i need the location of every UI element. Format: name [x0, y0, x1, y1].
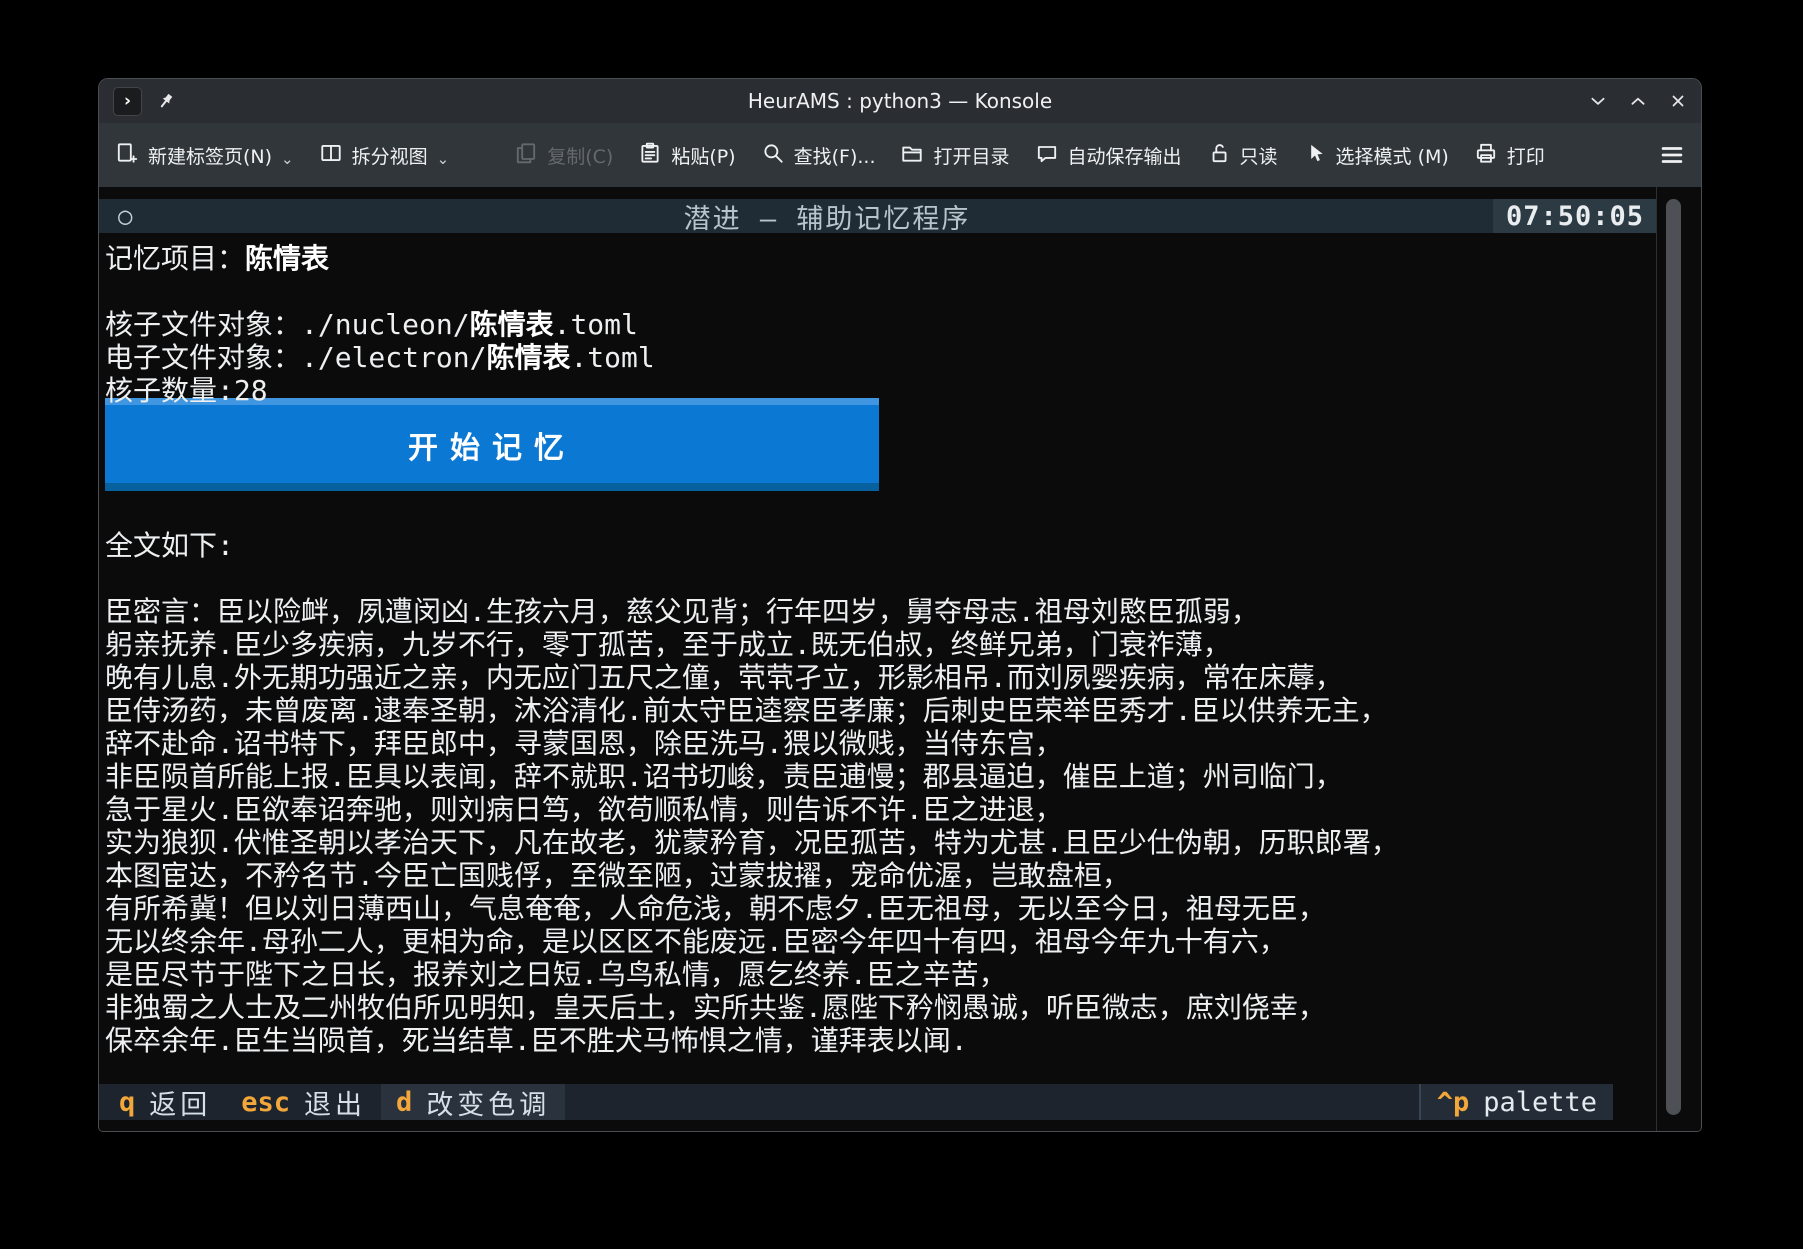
konsole-window: HeurAMS : python3 — Konsole ›	[98, 78, 1702, 1132]
palette-label: palette	[1483, 1087, 1597, 1118]
memory-item-line: 记忆项目：陈情表	[105, 242, 1657, 275]
toolbar-button-auto-save[interactable]: 自动保存输出	[1035, 141, 1182, 170]
app-title: 潜进 – 辅助记忆程序	[161, 197, 1493, 236]
electron-file-line: 电子文件对象：./electron/陈情表.toml	[105, 341, 1657, 374]
terminal-text-line: 实为狼狈.伏惟圣朝以孝治天下，凡在故老，犹蒙矜育，况臣孤苦，特为尤甚.且臣少仕伪…	[105, 826, 1657, 859]
close-icon[interactable]	[1669, 92, 1687, 110]
new-tab-icon	[115, 141, 139, 170]
paste-icon	[638, 141, 662, 170]
terminal-content: 记忆项目：陈情表 核子文件对象：./nucleon/陈情表.toml 电子文件对…	[99, 242, 1657, 1057]
palette-key: ^p	[1437, 1087, 1470, 1118]
fulltext-label-line: 全文如下:	[105, 529, 1657, 562]
copy-icon	[514, 141, 538, 170]
footer-binding[interactable]: q 返回	[99, 1084, 226, 1120]
terminal[interactable]: ○ 潜进 – 辅助记忆程序 07:50:05 记忆项目：陈情表 核子文件对象：.…	[99, 187, 1701, 1131]
terminal-viewport: ○ 潜进 – 辅助记忆程序 07:50:05 记忆项目：陈情表 核子文件对象：.…	[99, 187, 1657, 1131]
app-footer: q 返回 esc 退出 d 改变色调 ^p palette	[99, 1084, 1613, 1120]
scrollbar-track[interactable]	[1656, 187, 1701, 1131]
app-header-icon[interactable]: ○	[99, 202, 161, 230]
split-view-icon	[319, 141, 343, 170]
start-memorize-button[interactable]: 开始记忆	[105, 398, 879, 491]
minimize-icon[interactable]	[1589, 92, 1607, 110]
terminal-text-line: 辞不赴命.诏书特下，拜臣郎中，寻蒙国恩，除臣洗马.猥以微贱，当侍东宫，	[105, 727, 1657, 760]
terminal-text-line: 急于星火.臣欲奉诏奔驰，则刘病日笃，欲苟顺私情，则告诉不许.臣之进退，	[105, 793, 1657, 826]
terminal-text-line: 非臣陨首所能上报.臣具以表闻，辞不就职.诏书切峻，责臣逋慢；郡县逼迫，催臣上道；…	[105, 760, 1657, 793]
terminal-text-line: 无以终余年.母孙二人，更相为命，是以区区不能废远.臣密今年四十有四，祖母今年九十…	[105, 925, 1657, 958]
search-icon	[761, 141, 785, 170]
terminal-text-line: 本图宦达，不矜名节.今臣亡国贱俘，至微至陋，过蒙拔擢，宠命优渥，岂敢盘桓，	[105, 859, 1657, 892]
terminal-text-line: 非独蜀之人士及二州牧伯所见明知，皇天后土，实所共鉴.愿陛下矜悯愚诚，听臣微志，庶…	[105, 991, 1657, 1024]
terminal-text-line: 躬亲抚养.臣少多疾病，九岁不行，零丁孤苦，至于成立.既无伯叔，终鲜兄弟，门衰祚薄…	[105, 628, 1657, 661]
toolbar-button-split-view[interactable]: 拆分视图 ⌄	[319, 141, 450, 170]
toolbar-button-copy[interactable]: 复制(C)	[514, 141, 613, 170]
toolbar-button-new-tab[interactable]: 新建标签页(N) ⌄	[115, 141, 294, 170]
toolbar-button-printer[interactable]: 打印	[1474, 141, 1545, 170]
titlebar: HeurAMS : python3 — Konsole ›	[99, 79, 1701, 123]
chevron-down-icon: ⌄	[437, 152, 450, 167]
clock: 07:50:05	[1493, 199, 1657, 233]
toolbar-button-select-cursor[interactable]: 选择模式 (M)	[1303, 141, 1449, 170]
pin-icon[interactable]	[156, 91, 176, 111]
terminal-text-line: 保卒余年.臣生当陨首，死当结草.臣不胜犬马怖惧之情，谨拜表以闻.	[105, 1024, 1657, 1057]
lock-open-icon	[1207, 141, 1231, 170]
terminal-text-line: 臣侍汤药，未曾废离.逮奉圣朝，沐浴清化.前太守臣逵察臣孝廉；后刺史臣荣举臣秀才.…	[105, 694, 1657, 727]
toolbar: 新建标签页(N) ⌄ 拆分视图 ⌄ 复制(C) 粘贴(P) 查找(F)...	[99, 123, 1701, 187]
footer-binding[interactable]: d 改变色调	[381, 1084, 565, 1120]
hamburger-menu-button[interactable]	[1659, 142, 1685, 168]
app-header: ○ 潜进 – 辅助记忆程序 07:50:05	[99, 199, 1657, 233]
memory-item-value: 陈情表	[245, 242, 329, 275]
button-row: 开始记忆	[105, 398, 1657, 529]
nucleon-file-line: 核子文件对象：./nucleon/陈情表.toml	[105, 308, 1657, 341]
terminal-text-line: 是臣尽节于陛下之日长，报养刘之日短.乌鸟私情，愿乞终养.臣之辛苦，	[105, 958, 1657, 991]
footer-binding[interactable]: esc 退出	[226, 1084, 381, 1120]
toolbar-button-folder-open[interactable]: 打开目录	[900, 141, 1009, 170]
terminal-text-line: 有所希冀！但以刘日薄西山，气息奄奄，人命危浅，朝不虑夕.臣无祖母，无以至今日，祖…	[105, 892, 1657, 925]
toolbar-button-search[interactable]: 查找(F)...	[761, 141, 876, 170]
maximize-icon[interactable]	[1629, 92, 1647, 110]
konsole-app-icon[interactable]: ›	[113, 87, 142, 116]
auto-save-icon	[1035, 141, 1059, 170]
desktop: HeurAMS : python3 — Konsole ›	[0, 0, 1803, 1249]
window-title: HeurAMS : python3 — Konsole	[99, 89, 1701, 113]
scrollbar-thumb[interactable]	[1666, 199, 1681, 1115]
command-palette-button[interactable]: ^p palette	[1419, 1084, 1613, 1120]
folder-open-icon	[900, 141, 924, 170]
select-cursor-icon	[1303, 141, 1327, 170]
terminal-text-line: 臣密言：臣以险衅，夙遭闵凶.生孩六月，慈父见背；行年四岁，舅夺母志.祖母刘愍臣孤…	[105, 595, 1657, 628]
toolbar-button-lock-open[interactable]: 只读	[1207, 141, 1278, 170]
terminal-text-line: 晚有儿息.外无期功强近之亲，内无应门五尺之僮，茕茕孑立，形影相吊.而刘夙婴疾病，…	[105, 661, 1657, 694]
printer-icon	[1474, 141, 1498, 170]
blank-line	[105, 562, 1657, 595]
chevron-down-icon: ⌄	[281, 152, 294, 167]
toolbar-button-paste[interactable]: 粘贴(P)	[638, 141, 735, 170]
blank-line	[105, 275, 1657, 308]
